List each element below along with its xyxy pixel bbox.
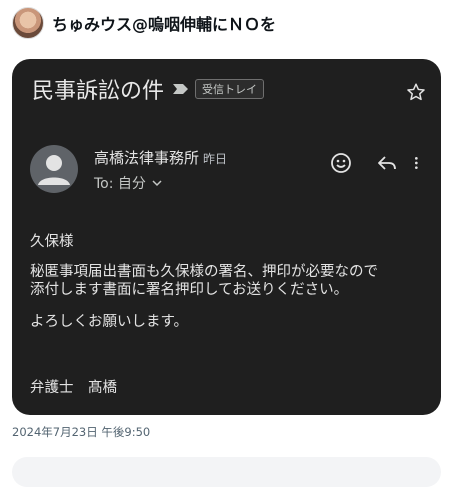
author-avatar[interactable] xyxy=(12,7,44,39)
post-header: ちゅみウス@嗚咽伸輔にＮＯを xyxy=(12,6,457,40)
star-icon[interactable] xyxy=(405,81,427,103)
email-date: 昨日 xyxy=(203,152,228,166)
author-name[interactable]: ちゅみウス@嗚咽伸輔にＮＯを xyxy=(52,11,276,35)
email-greeting: 久保様 xyxy=(30,234,74,250)
inbox-label-chip[interactable]: 受信トレイ xyxy=(195,79,265,99)
email-subject: 民事訴訟の件 xyxy=(32,79,165,104)
email-closing: よろしくお願いします。 xyxy=(30,314,189,330)
person-icon[interactable] xyxy=(30,145,78,193)
chevron-down-icon[interactable] xyxy=(152,179,162,187)
email-screenshot[interactable]: 民事訴訟の件 受信トレイ 高橋法律事務所 昨日 To: 自分 久保様 秘匿事項届… xyxy=(12,59,441,415)
sender-line: 高橋法律事務所 昨日 xyxy=(94,147,227,168)
post-timestamp[interactable]: 2024年7月23日 午後9:50 xyxy=(12,424,150,440)
email-signature: 弁護士 髙橋 xyxy=(30,380,117,396)
email-actions xyxy=(307,151,427,175)
email-body-line: 添付します書面に署名押印してお送りください。 xyxy=(30,282,349,298)
sender-name[interactable]: 高橋法律事務所 xyxy=(94,149,199,167)
more-vert-icon[interactable] xyxy=(411,151,427,175)
recipient-text: To: 自分 xyxy=(94,176,146,192)
email-body-line: 秘匿事項届出書面も久保様の署名、押印が必要なので xyxy=(30,264,378,280)
email-body: 久保様 秘匿事項届出書面も久保様の署名、押印が必要なので 添付します書面に署名押… xyxy=(30,233,425,331)
reply-icon[interactable] xyxy=(375,151,399,175)
emoji-icon[interactable] xyxy=(329,151,353,175)
recipient-line[interactable]: To: 自分 xyxy=(94,173,162,193)
importance-marker-icon xyxy=(173,84,189,94)
subject-row: 民事訴訟の件 受信トレイ xyxy=(32,71,429,107)
next-post-preview xyxy=(12,457,441,487)
